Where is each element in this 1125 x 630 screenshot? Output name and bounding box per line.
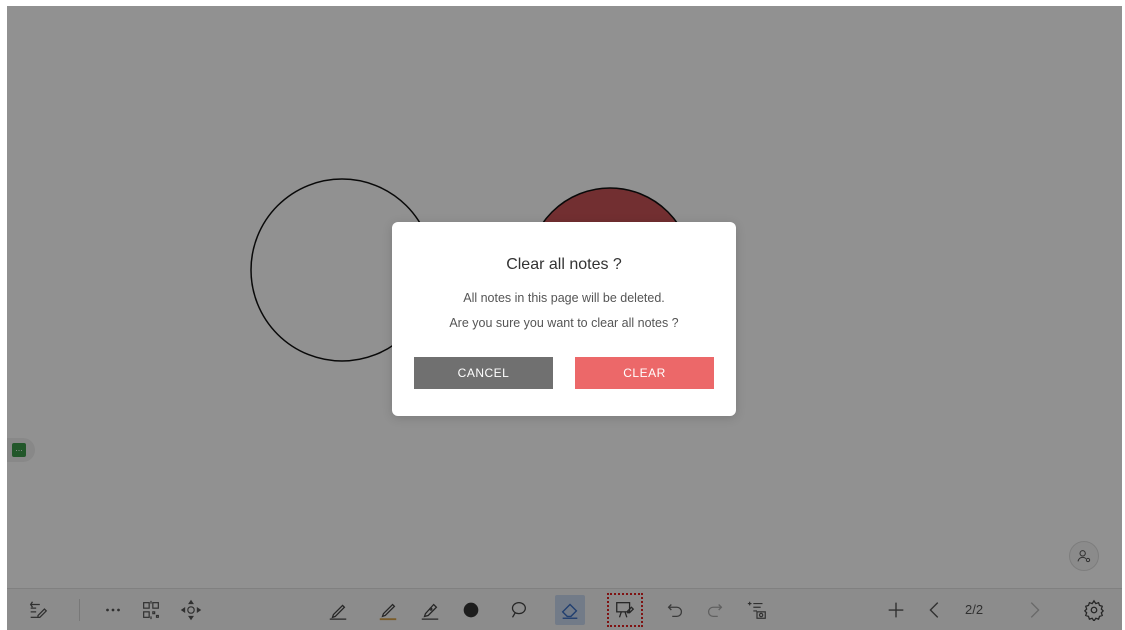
clear-notes-dialog: Clear all notes ? All notes in this page… <box>392 222 736 416</box>
cancel-button[interactable]: CANCEL <box>414 357 553 389</box>
dialog-message-line2: Are you sure you want to clear all notes… <box>449 316 679 330</box>
dialog-message-line1: All notes in this page will be deleted. <box>463 291 665 305</box>
dialog-title: Clear all notes ? <box>506 256 622 273</box>
clear-button[interactable]: CLEAR <box>575 357 714 389</box>
